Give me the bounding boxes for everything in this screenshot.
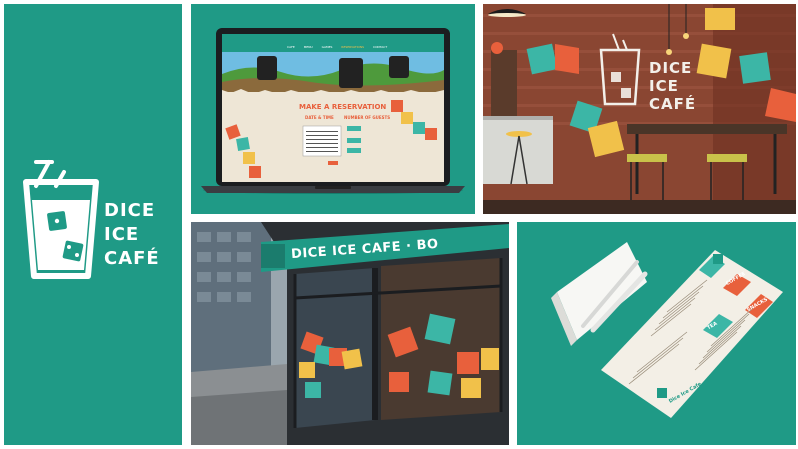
reservation-title: MAKE A RESERVATION bbox=[299, 103, 387, 111]
nav-item: MENU bbox=[303, 45, 313, 49]
laptop-mockup-panel: CAFE MENU GAMES RESERVATIONS CONTACT MAK… bbox=[191, 4, 475, 214]
storefront-photo: DICE ICE CAFE · BO bbox=[191, 222, 509, 445]
cafe-interior-photo: DICE ICE CAFÉ bbox=[483, 4, 796, 214]
date-time-label: DATE & TIME bbox=[305, 115, 334, 120]
interior-illustration bbox=[483, 4, 796, 214]
wall-word-dice: DICE bbox=[649, 59, 693, 77]
site-nav: CAFE MENU GAMES RESERVATIONS CONTACT bbox=[287, 45, 387, 49]
logo-panel: DICE ICE CAFÉ bbox=[4, 4, 182, 445]
guests-label: NUMBER OF GUESTS bbox=[344, 115, 391, 120]
menu-mockup-panel: COFFEE TEA SNACKS Dice Ice Cafe bbox=[517, 222, 796, 445]
nav-item: GAMES bbox=[321, 45, 333, 49]
nav-item: CAFE bbox=[287, 45, 295, 49]
wall-word-ice: ICE bbox=[649, 77, 679, 95]
logo-word-dice: DICE bbox=[104, 200, 156, 221]
nav-item: RESERVATIONS bbox=[341, 45, 364, 49]
wall-word-cafe: CAFÉ bbox=[649, 95, 697, 113]
menu-illustration bbox=[551, 242, 783, 418]
nav-item: CONTACT bbox=[372, 45, 388, 49]
logo-word-ice: ICE bbox=[104, 224, 140, 245]
logo-word-cafe: CAFÉ bbox=[104, 248, 160, 269]
ice-cup-icon bbox=[23, 160, 99, 279]
